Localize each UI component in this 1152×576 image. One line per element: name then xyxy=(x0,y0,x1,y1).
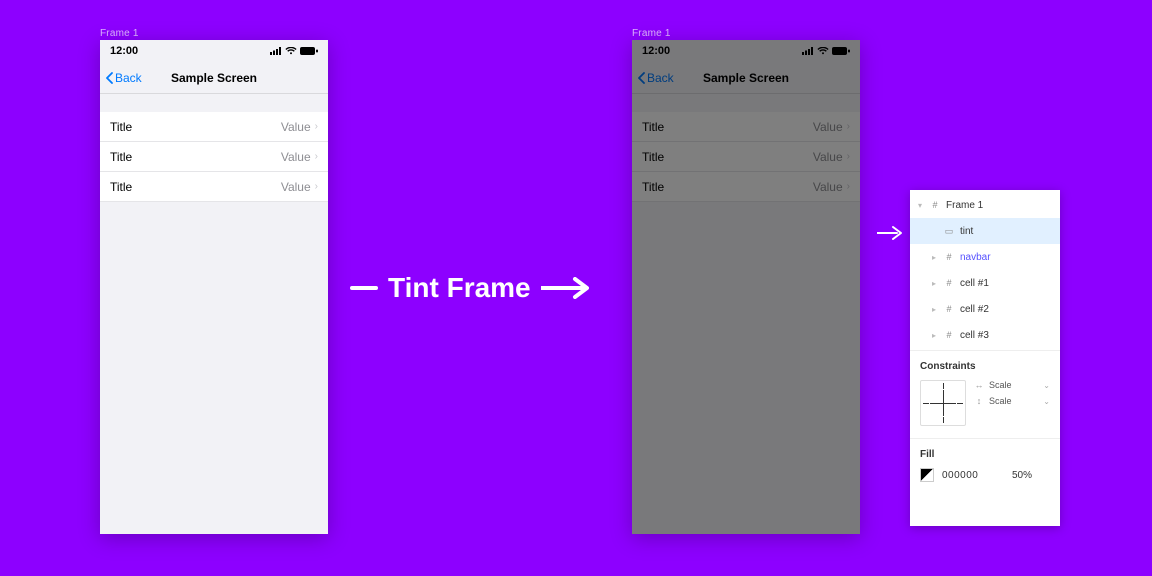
constraints-heading: Constraints xyxy=(920,361,1050,372)
status-time: 12:00 xyxy=(110,45,138,57)
layer-label: navbar xyxy=(960,252,991,263)
arrow-right-icon xyxy=(541,277,589,299)
table-cell[interactable]: Title Value› xyxy=(100,172,328,202)
frame-icon: # xyxy=(944,278,954,288)
back-label: Back xyxy=(115,71,142,85)
layer-label: cell #3 xyxy=(960,330,989,341)
tint-frame-label: Tint Frame xyxy=(350,272,589,304)
cell-title: Title xyxy=(642,150,664,164)
chevron-right-icon: › xyxy=(847,181,850,192)
layer-label: Frame 1 xyxy=(946,200,983,211)
nav-bar: Back Sample Screen xyxy=(632,62,860,94)
cell-value: Value› xyxy=(813,180,850,194)
battery-icon xyxy=(300,47,318,55)
frame-icon: # xyxy=(944,330,954,340)
chevron-right-icon: › xyxy=(315,121,318,132)
nav-bar: Back Sample Screen xyxy=(100,62,328,94)
cell-title: Title xyxy=(110,180,132,194)
disclosure-icon: ▸ xyxy=(932,279,938,288)
table-cell[interactable]: Title Value› xyxy=(632,142,860,172)
disclosure-icon: ▸ xyxy=(932,305,938,314)
signal-icon xyxy=(802,47,814,55)
status-bar: 12:00 xyxy=(100,40,328,62)
wifi-icon xyxy=(817,47,829,55)
layer-row-cell3[interactable]: ▸ # cell #3 xyxy=(910,322,1060,348)
chevron-left-icon xyxy=(106,72,113,84)
layers-panel: ▾ # Frame 1 ▭ tint ▸ # navbar ▸ # cell #… xyxy=(910,190,1060,351)
wifi-icon xyxy=(285,47,297,55)
table-cell[interactable]: Title Value› xyxy=(100,112,328,142)
back-button[interactable]: Back xyxy=(106,71,142,85)
chevron-left-icon xyxy=(638,72,645,84)
signal-icon xyxy=(270,47,282,55)
fill-opacity[interactable]: 50% xyxy=(1012,470,1050,481)
status-icons xyxy=(270,47,318,55)
cell-value: Value› xyxy=(281,120,318,134)
phone-before: 12:00 Back Sample Screen Title Value› Ti… xyxy=(100,40,328,534)
constraint-vertical-select[interactable]: ↕ Scale ⌄ xyxy=(974,396,1050,406)
dash-icon xyxy=(350,286,378,290)
fill-heading: Fill xyxy=(920,449,1050,460)
frame-icon: # xyxy=(930,200,940,210)
vertical-icon: ↕ xyxy=(974,396,984,406)
status-bar: 12:00 xyxy=(632,40,860,62)
cell-value: Value› xyxy=(281,150,318,164)
back-button[interactable]: Back xyxy=(638,71,674,85)
layer-row-cell1[interactable]: ▸ # cell #1 xyxy=(910,270,1060,296)
chevron-down-icon: ⌄ xyxy=(1043,381,1050,390)
constraint-v-value: Scale xyxy=(989,396,1012,406)
inspector-panel: ▾ # Frame 1 ▭ tint ▸ # navbar ▸ # cell #… xyxy=(910,190,1060,526)
frame-icon: # xyxy=(944,304,954,314)
status-icons xyxy=(802,47,850,55)
constraint-h-value: Scale xyxy=(989,380,1012,390)
table-cell[interactable]: Title Value› xyxy=(632,112,860,142)
table-cell[interactable]: Title Value› xyxy=(632,172,860,202)
layer-row-navbar[interactable]: ▸ # navbar xyxy=(910,244,1060,270)
chevron-right-icon: › xyxy=(847,151,850,162)
spacer xyxy=(100,94,328,112)
constraints-widget[interactable] xyxy=(920,380,966,426)
chevron-right-icon: › xyxy=(315,181,318,192)
frame-label-right: Frame 1 xyxy=(632,28,671,39)
layer-label: cell #2 xyxy=(960,304,989,315)
layer-label: cell #1 xyxy=(960,278,989,289)
arrow-right-icon xyxy=(877,225,903,246)
layer-row-tint[interactable]: ▭ tint xyxy=(910,218,1060,244)
back-label: Back xyxy=(647,71,674,85)
chevron-down-icon: ⌄ xyxy=(1043,397,1050,406)
disclosure-icon: ▸ xyxy=(932,331,938,340)
table-cell[interactable]: Title Value› xyxy=(100,142,328,172)
cell-value: Value› xyxy=(813,120,850,134)
cell-title: Title xyxy=(110,120,132,134)
layer-row-frame1[interactable]: ▾ # Frame 1 xyxy=(910,192,1060,218)
tint-frame-text: Tint Frame xyxy=(388,272,531,304)
phone-after: 12:00 Back Sample Screen Title Value› Ti… xyxy=(632,40,860,534)
layer-label: tint xyxy=(960,226,973,237)
fill-hex[interactable]: 000000 xyxy=(942,470,978,481)
disclosure-icon: ▸ xyxy=(932,253,938,262)
constraints-section: Constraints ↔ Scale ⌄ ↕ Scale ⌄ xyxy=(910,351,1060,439)
layer-row-cell2[interactable]: ▸ # cell #2 xyxy=(910,296,1060,322)
constraint-horizontal-select[interactable]: ↔ Scale ⌄ xyxy=(974,380,1050,390)
battery-icon xyxy=(832,47,850,55)
fill-swatch[interactable] xyxy=(920,468,934,482)
cell-title: Title xyxy=(642,180,664,194)
horizontal-icon: ↔ xyxy=(974,380,984,390)
cell-title: Title xyxy=(642,120,664,134)
spacer xyxy=(632,94,860,112)
fill-section: Fill 000000 50% xyxy=(910,439,1060,494)
chevron-right-icon: › xyxy=(315,151,318,162)
chevron-right-icon: › xyxy=(847,121,850,132)
cell-value: Value› xyxy=(281,180,318,194)
rectangle-icon: ▭ xyxy=(944,226,954,237)
cell-value: Value› xyxy=(813,150,850,164)
frame-icon: # xyxy=(944,252,954,262)
status-time: 12:00 xyxy=(642,45,670,57)
cell-title: Title xyxy=(110,150,132,164)
frame-label-left: Frame 1 xyxy=(100,28,139,39)
disclosure-icon: ▾ xyxy=(918,201,924,210)
